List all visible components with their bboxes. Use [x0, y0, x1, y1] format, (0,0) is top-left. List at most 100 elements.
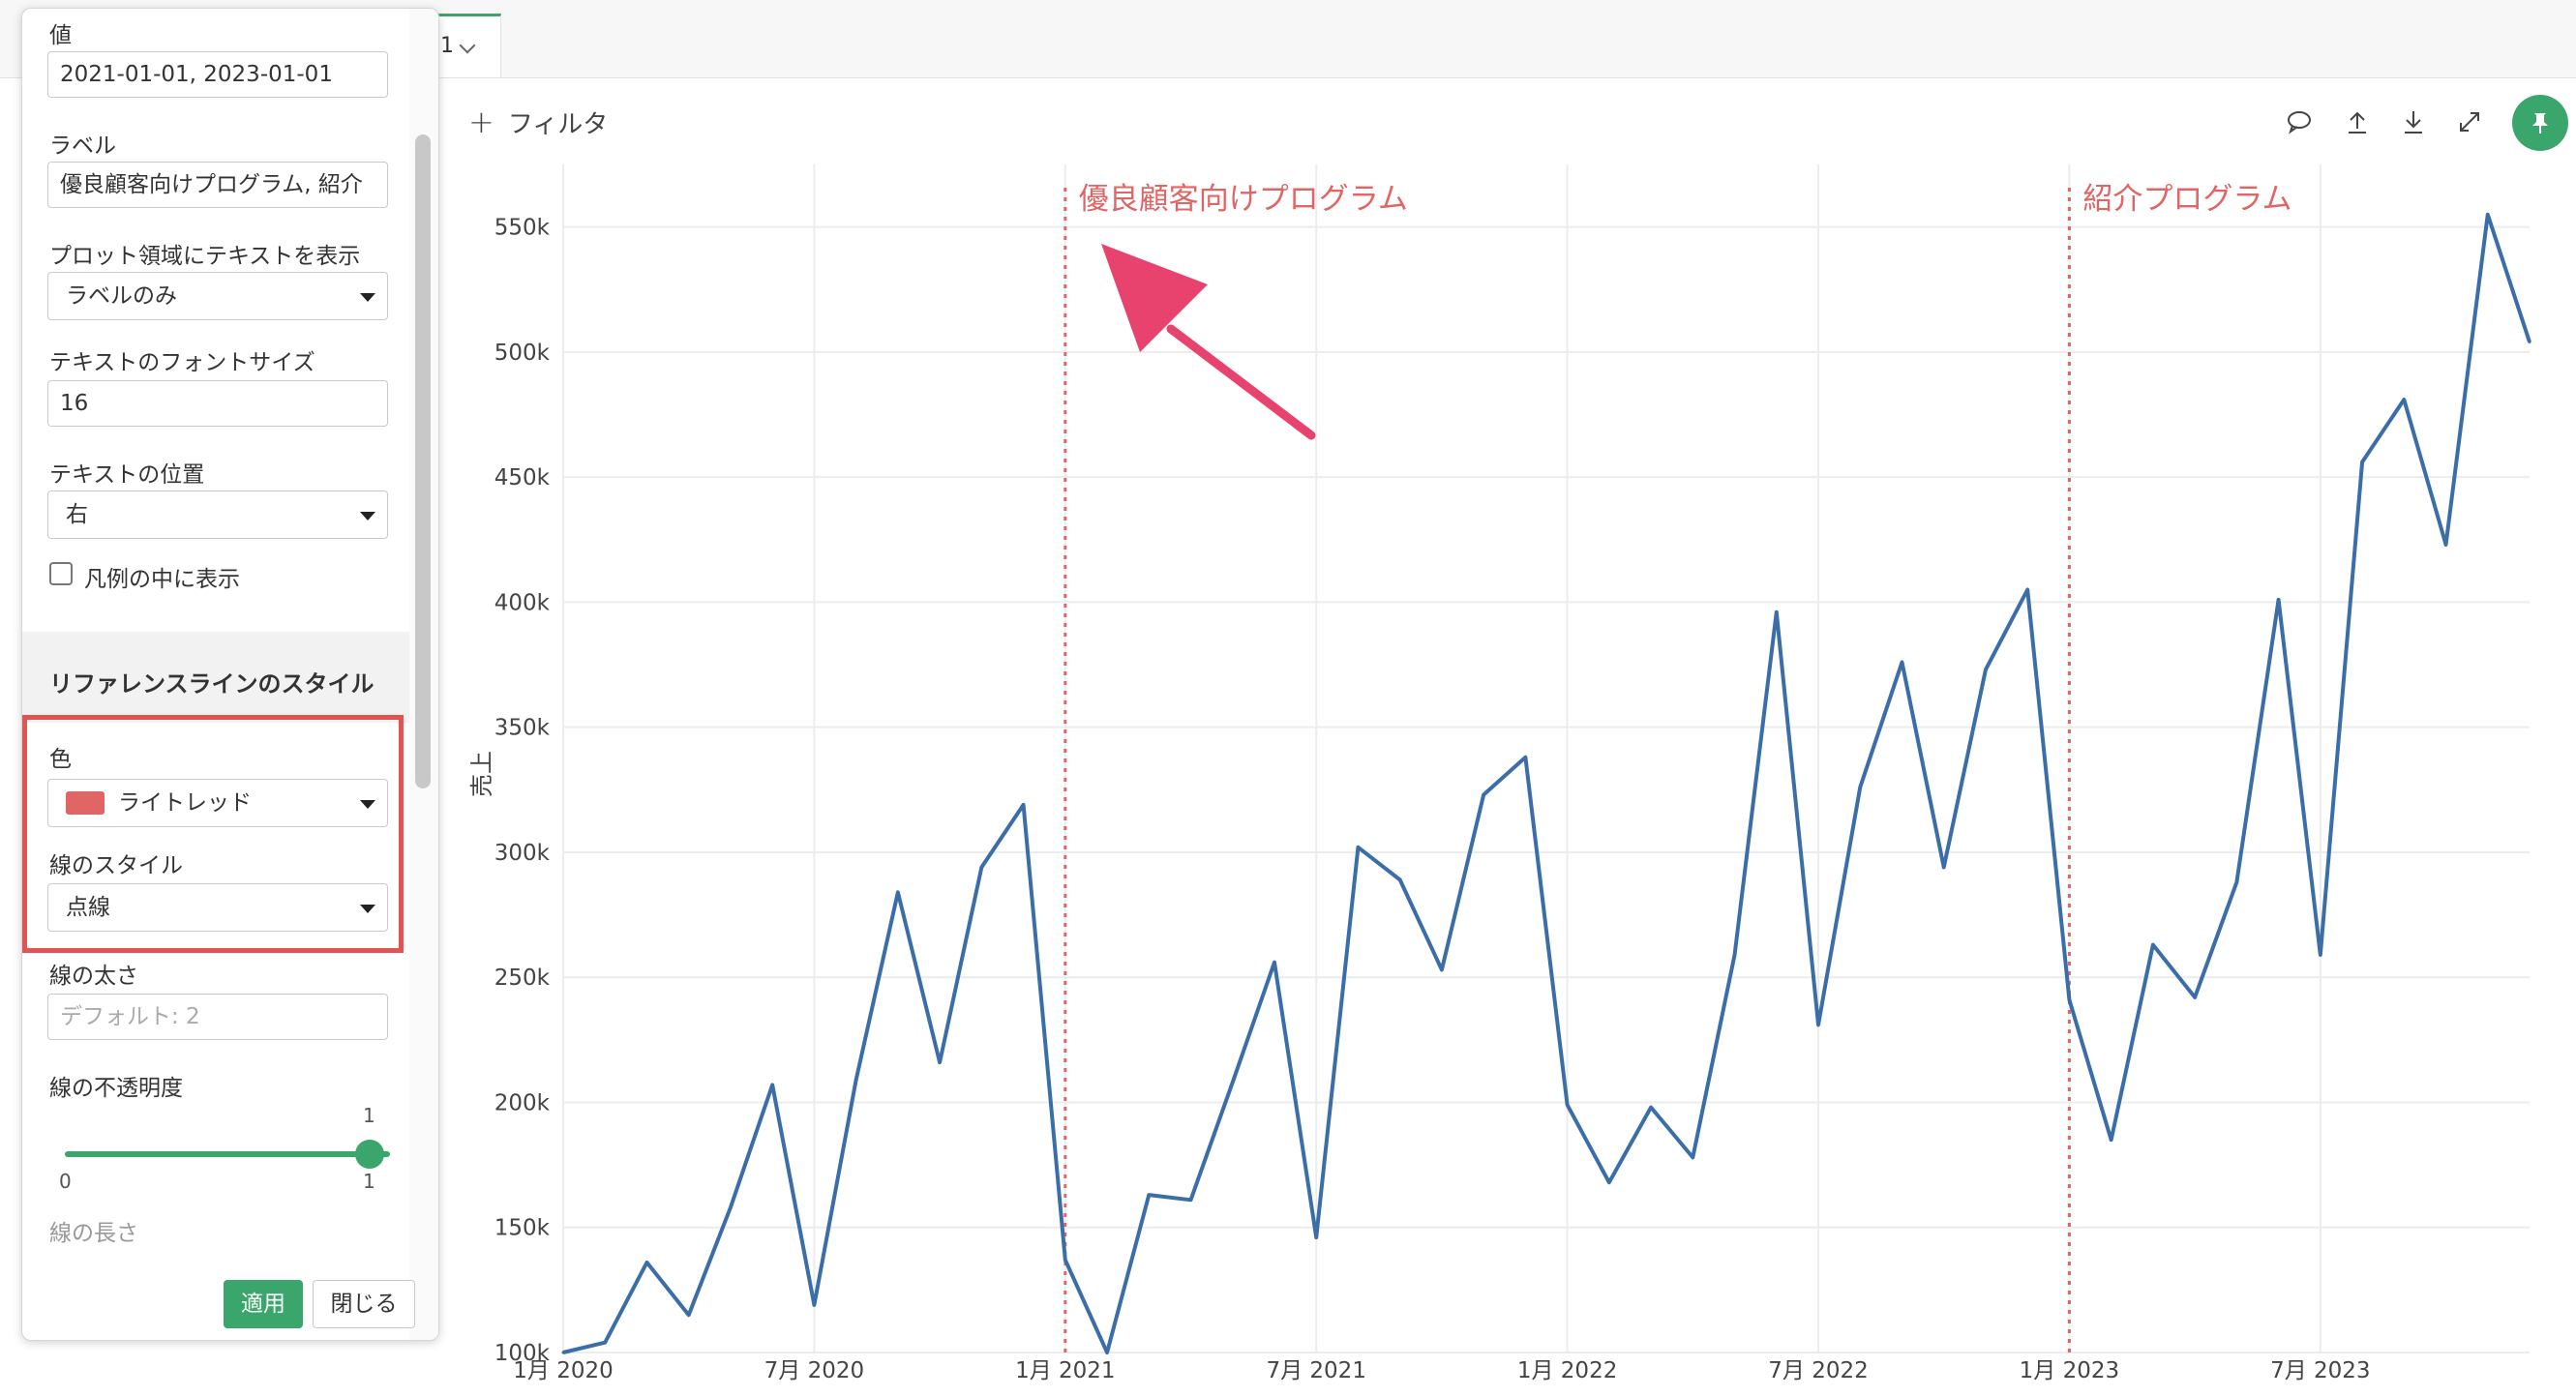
chart-tab-label: 1 [440, 34, 454, 58]
data-point [979, 865, 983, 869]
data-point [2277, 598, 2281, 602]
data-point [1189, 1198, 1193, 1202]
line-width-input[interactable]: デフォルト: 2 [47, 994, 388, 1040]
y-tick-label: 400k [494, 590, 551, 615]
scrollbar-thumb[interactable] [415, 134, 431, 788]
data-point [812, 1303, 816, 1307]
pin-icon [2532, 113, 2548, 134]
x-tick-label: 7月 2023 [2270, 1358, 2370, 1383]
reference-line-label: 優良顧客向けプログラム [1079, 182, 1408, 217]
y-tick-label: 350k [494, 716, 551, 741]
chevron-down-icon[interactable] [459, 37, 476, 54]
font-size-input[interactable]: 16 [47, 380, 388, 427]
data-point [644, 1261, 648, 1264]
color-value: ライトレッド [118, 790, 252, 816]
data-point [1733, 953, 1737, 957]
data-point [2319, 953, 2322, 957]
x-tick-label: 7月 2021 [1266, 1358, 1365, 1383]
show-text-select[interactable]: ラベルのみ [47, 272, 388, 320]
x-tick-label: 1月 2023 [2020, 1358, 2119, 1383]
opacity-min-label: 0 [59, 1170, 72, 1193]
data-point [1649, 1106, 1653, 1110]
line-style-label: 線のスタイル [49, 853, 183, 878]
data-point [1566, 1103, 1570, 1107]
data-point [1022, 803, 1026, 807]
reference-line-label: 紹介プログラム [2082, 182, 2291, 217]
data-point [2110, 1138, 2113, 1142]
data-point [1691, 1155, 1694, 1159]
line-style-select[interactable]: 点線 [47, 883, 388, 932]
close-button[interactable]: 閉じる [313, 1280, 415, 1328]
section-title: リファレンスラインのスタイル [49, 670, 374, 698]
legend-checkbox-label: 凡例の中に表示 [84, 567, 240, 592]
data-point [1942, 865, 1946, 869]
line-chart: 100k150k200k250k300k350k400k450k500k550k… [468, 164, 2531, 1383]
data-point [687, 1313, 691, 1317]
data-point [729, 1205, 733, 1209]
data-point [2528, 341, 2531, 344]
legend-checkbox[interactable] [49, 562, 73, 585]
show-text-label: プロット領域にテキストを表示 [49, 244, 361, 269]
upload-icon[interactable] [2340, 104, 2375, 139]
color-label: 色 [49, 747, 72, 772]
y-tick-label: 450k [494, 465, 551, 490]
data-point [938, 1060, 942, 1064]
section-header: リファレンスラインのスタイル [22, 632, 409, 723]
pin-button[interactable] [2512, 95, 2568, 151]
data-point [1775, 610, 1779, 614]
opacity-current-value: 1 [363, 1104, 375, 1127]
opacity-slider-handle[interactable] [355, 1140, 384, 1169]
font-size-label: テキストのフォントサイズ [49, 350, 315, 375]
opacity-label: 線の不透明度 [49, 1076, 183, 1101]
x-tick-label: 1月 2022 [1517, 1358, 1617, 1383]
line-style-value: 点線 [66, 895, 110, 920]
caret-down-icon [360, 512, 375, 520]
data-point [1063, 1258, 1067, 1262]
data-point [1482, 792, 1485, 796]
data-point [1900, 660, 1903, 664]
data-point [561, 1351, 565, 1354]
expand-icon[interactable] [2452, 104, 2487, 139]
data-point [1607, 1180, 1611, 1184]
text-position-value: 右 [66, 502, 88, 527]
apply-button[interactable]: 適用 [224, 1280, 303, 1328]
annotation-arrow [1101, 244, 1316, 440]
data-point [603, 1341, 607, 1345]
text-position-label: テキストの位置 [49, 462, 205, 488]
caret-down-icon [360, 905, 375, 913]
data-point [896, 890, 900, 894]
color-swatch [66, 791, 105, 815]
x-tick-label: 1月 2020 [513, 1358, 613, 1383]
caret-down-icon [360, 293, 375, 302]
data-point [1147, 1193, 1151, 1197]
data-point [1231, 1081, 1235, 1085]
label-input[interactable]: 優良顧客向けプログラム, 紹介 [47, 162, 388, 208]
add-filter-button[interactable]: + フィルタ [468, 104, 608, 140]
data-point [1273, 961, 1276, 965]
x-tick-label: 7月 2020 [764, 1358, 864, 1383]
x-tick-label: 1月 2021 [1015, 1358, 1115, 1383]
download-icon[interactable] [2396, 104, 2431, 139]
text-position-select[interactable]: 右 [47, 490, 388, 539]
color-select[interactable]: ライトレッド [47, 779, 388, 827]
y-axis-label: 売上 [468, 751, 495, 797]
value-input[interactable]: 2021-01-01, 2023-01-01 [47, 51, 388, 98]
data-point [2067, 997, 2071, 1001]
label-label: ラベル [49, 134, 116, 159]
data-point [2486, 213, 2490, 217]
line-width-label: 線の太さ [49, 964, 138, 989]
comment-icon[interactable] [2282, 104, 2317, 139]
data-point [1858, 786, 1862, 789]
y-tick-label: 550k [494, 216, 551, 241]
value-label: 値 [49, 23, 72, 48]
data-point [1105, 1351, 1109, 1354]
show-text-value: ラベルのみ [66, 283, 177, 309]
data-point [1984, 668, 1988, 671]
data-point [1816, 1023, 1820, 1026]
data-point [770, 1083, 774, 1086]
data-point [2234, 880, 2238, 884]
data-point [2402, 398, 2406, 401]
opacity-max-label: 1 [363, 1170, 375, 1193]
line-length-label: 線の長さ [49, 1221, 138, 1246]
opacity-slider-track[interactable] [65, 1151, 390, 1157]
